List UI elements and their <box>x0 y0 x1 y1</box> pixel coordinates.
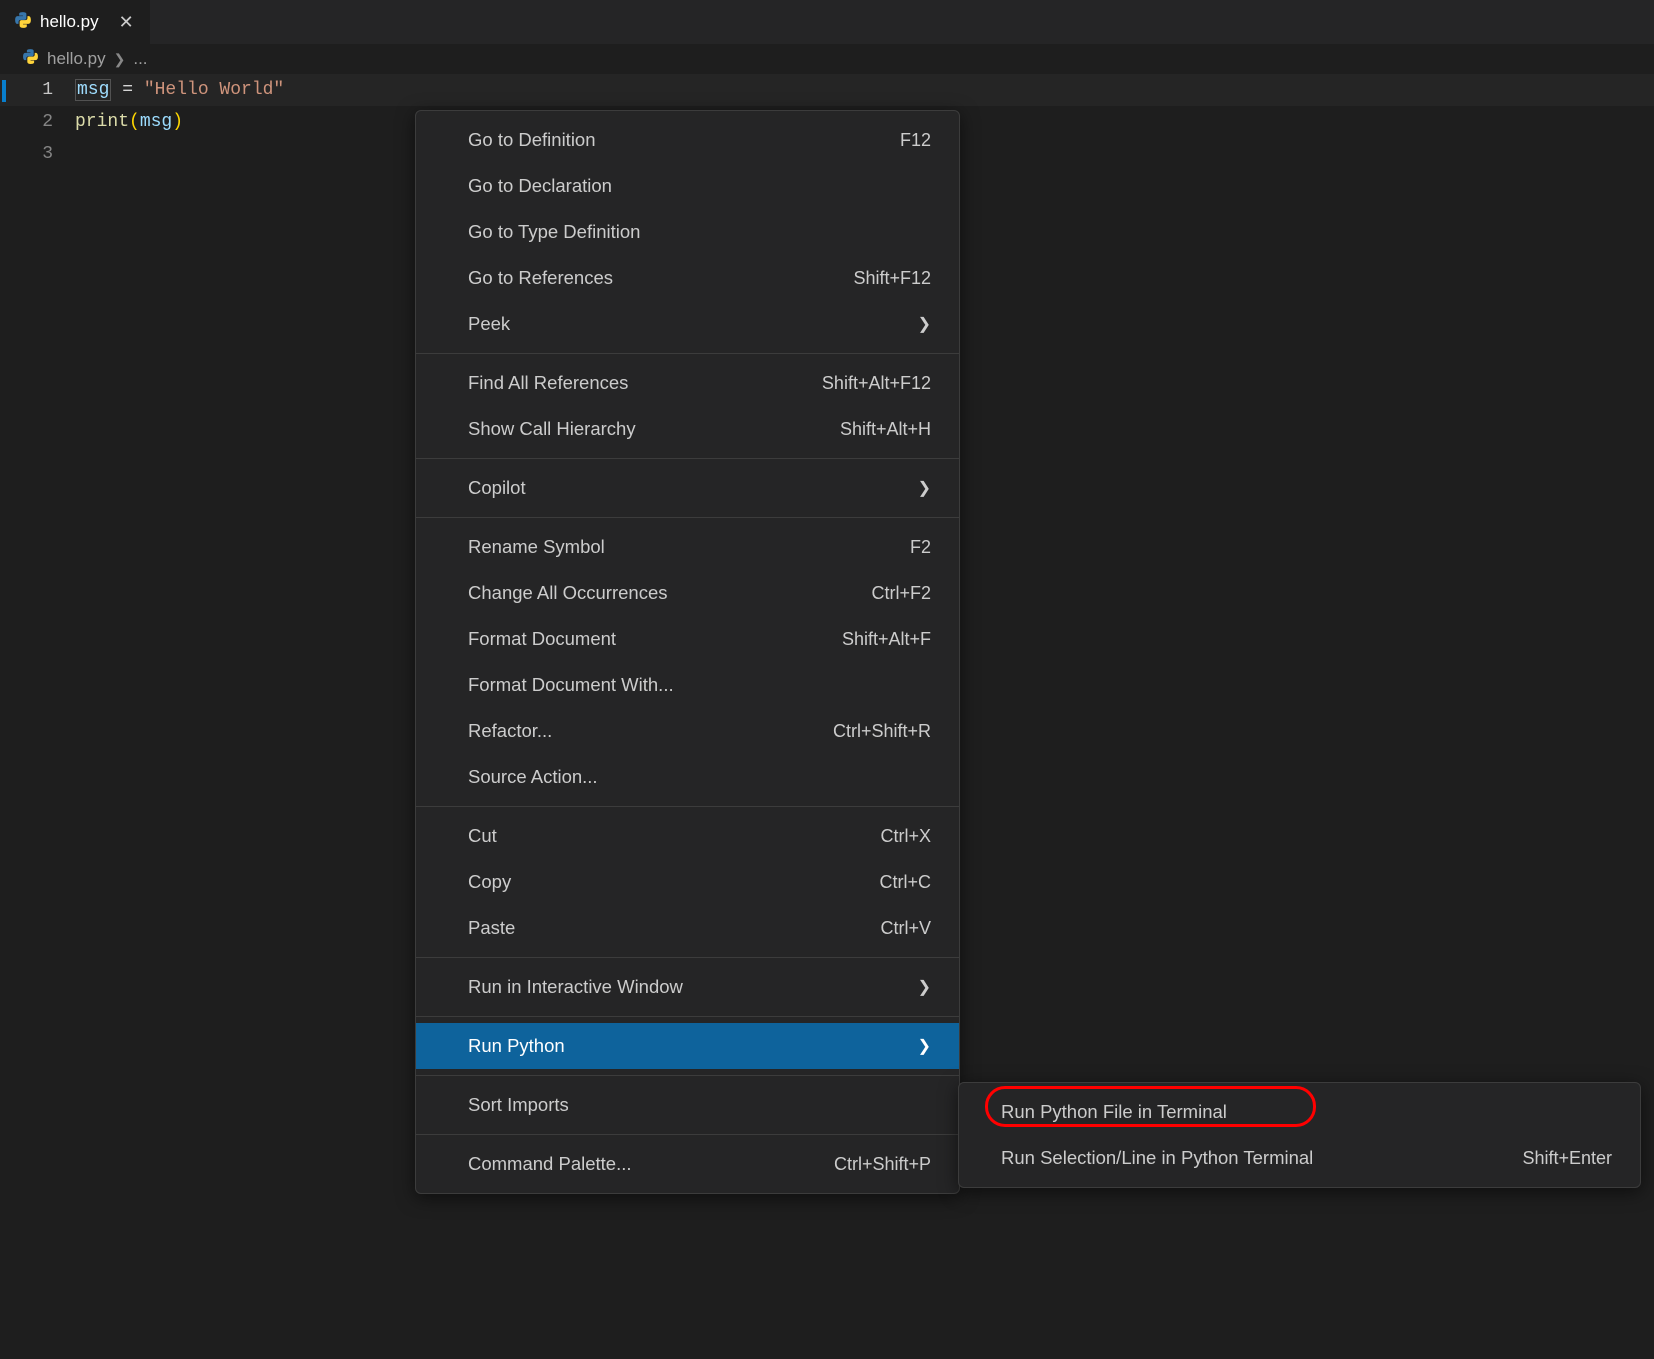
menu-shortcut: Shift+Alt+F12 <box>822 373 931 394</box>
menu-label: Peek <box>468 313 510 335</box>
breadcrumb-file[interactable]: hello.py <box>47 49 106 69</box>
chevron-right-icon: ❯ <box>918 314 931 334</box>
menu-run-python[interactable]: Run Python ❯ <box>416 1023 959 1069</box>
menu-label: Format Document With... <box>468 674 674 696</box>
menu-shortcut: Ctrl+X <box>880 826 931 847</box>
menu-refactor[interactable]: Refactor... Ctrl+Shift+R <box>416 708 959 754</box>
menu-label: Copilot <box>468 477 526 499</box>
chevron-right-icon: ❯ <box>918 977 931 997</box>
menu-label: Run in Interactive Window <box>468 976 683 998</box>
close-icon[interactable]: ✕ <box>115 10 138 35</box>
menu-label: Run Python <box>468 1035 565 1057</box>
menu-rename-symbol[interactable]: Rename Symbol F2 <box>416 524 959 570</box>
menu-format-document[interactable]: Format Document Shift+Alt+F <box>416 616 959 662</box>
menu-label: Sort Imports <box>468 1094 569 1116</box>
menu-label: Cut <box>468 825 497 847</box>
chevron-right-icon: ❯ <box>918 478 931 498</box>
menu-copy[interactable]: Copy Ctrl+C <box>416 859 959 905</box>
menu-separator <box>416 517 959 518</box>
menu-label: Rename Symbol <box>468 536 605 558</box>
menu-show-call-hierarchy[interactable]: Show Call Hierarchy Shift+Alt+H <box>416 406 959 452</box>
menu-shortcut: Ctrl+Shift+P <box>834 1154 931 1175</box>
menu-separator <box>416 1075 959 1076</box>
menu-shortcut: F12 <box>900 130 931 151</box>
menu-peek[interactable]: Peek ❯ <box>416 301 959 347</box>
menu-label: Command Palette... <box>468 1153 632 1175</box>
menu-shortcut: Shift+Enter <box>1522 1148 1612 1169</box>
menu-shortcut: Ctrl+F2 <box>871 583 931 604</box>
editor-tab[interactable]: hello.py ✕ <box>0 0 151 44</box>
breadcrumb-rest[interactable]: ... <box>133 49 147 69</box>
menu-separator <box>416 806 959 807</box>
submenu-run-python: Run Python File in Terminal Run Selectio… <box>958 1082 1641 1188</box>
menu-shortcut: Ctrl+C <box>879 872 931 893</box>
menu-command-palette[interactable]: Command Palette... Ctrl+Shift+P <box>416 1141 959 1187</box>
menu-run-interactive-window[interactable]: Run in Interactive Window ❯ <box>416 964 959 1010</box>
menu-label: Find All References <box>468 372 628 394</box>
submenu-run-selection-terminal[interactable]: Run Selection/Line in Python Terminal Sh… <box>959 1135 1640 1181</box>
menu-label: Run Python File in Terminal <box>1001 1101 1227 1123</box>
menu-label: Go to Type Definition <box>468 221 640 243</box>
menu-label: Run Selection/Line in Python Terminal <box>1001 1147 1313 1169</box>
menu-label: Show Call Hierarchy <box>468 418 636 440</box>
menu-format-document-with[interactable]: Format Document With... <box>416 662 959 708</box>
menu-label: Go to Declaration <box>468 175 612 197</box>
chevron-right-icon: ❯ <box>918 1036 931 1056</box>
tab-filename: hello.py <box>40 12 99 32</box>
menu-label: Paste <box>468 917 515 939</box>
menu-go-to-definition[interactable]: Go to Definition F12 <box>416 117 959 163</box>
menu-shortcut: Shift+F12 <box>853 268 931 289</box>
menu-shortcut: Ctrl+V <box>880 918 931 939</box>
menu-separator <box>416 957 959 958</box>
chevron-right-icon: ❯ <box>114 51 126 68</box>
menu-change-all-occurrences[interactable]: Change All Occurrences Ctrl+F2 <box>416 570 959 616</box>
menu-shortcut: Shift+Alt+F <box>842 629 931 650</box>
tab-bar: hello.py ✕ <box>0 0 1654 44</box>
line-number: 3 <box>0 138 53 170</box>
menu-separator <box>416 1134 959 1135</box>
code-line[interactable]: msg = "Hello World" <box>75 74 1654 106</box>
menu-shortcut: Ctrl+Shift+R <box>833 721 931 742</box>
menu-separator <box>416 458 959 459</box>
python-icon <box>14 11 32 34</box>
menu-cut[interactable]: Cut Ctrl+X <box>416 813 959 859</box>
python-icon <box>22 48 39 70</box>
menu-label: Refactor... <box>468 720 552 742</box>
menu-go-to-references[interactable]: Go to References Shift+F12 <box>416 255 959 301</box>
menu-label: Copy <box>468 871 511 893</box>
menu-shortcut: Shift+Alt+H <box>840 419 931 440</box>
menu-sort-imports[interactable]: Sort Imports <box>416 1082 959 1128</box>
menu-shortcut: F2 <box>910 537 931 558</box>
menu-separator <box>416 1016 959 1017</box>
menu-find-all-references[interactable]: Find All References Shift+Alt+F12 <box>416 360 959 406</box>
menu-label: Go to Definition <box>468 129 596 151</box>
breadcrumb: hello.py ❯ ... <box>0 44 1654 74</box>
submenu-run-file-terminal[interactable]: Run Python File in Terminal <box>959 1089 1640 1135</box>
menu-label: Source Action... <box>468 766 598 788</box>
menu-copilot[interactable]: Copilot ❯ <box>416 465 959 511</box>
menu-label: Format Document <box>468 628 616 650</box>
menu-label: Change All Occurrences <box>468 582 668 604</box>
menu-go-to-declaration[interactable]: Go to Declaration <box>416 163 959 209</box>
menu-paste[interactable]: Paste Ctrl+V <box>416 905 959 951</box>
line-number: 1 <box>0 74 53 106</box>
menu-source-action[interactable]: Source Action... <box>416 754 959 800</box>
gutter: 1 2 3 <box>0 74 75 170</box>
menu-separator <box>416 353 959 354</box>
line-number: 2 <box>0 106 53 138</box>
menu-label: Go to References <box>468 267 613 289</box>
menu-go-to-type-definition[interactable]: Go to Type Definition <box>416 209 959 255</box>
context-menu: Go to Definition F12 Go to Declaration G… <box>415 110 960 1194</box>
